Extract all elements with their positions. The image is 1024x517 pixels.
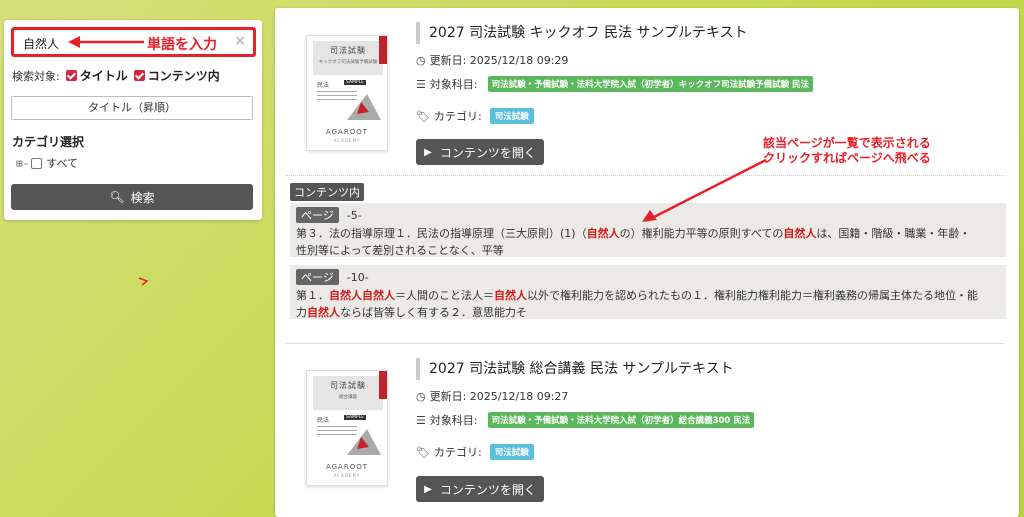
thumb-graphic [347, 429, 381, 455]
category-line: 🏷︎ カテゴリ: 司法試験 [416, 108, 534, 124]
updated-text: 更新日: 2025/12/18 09:29 [429, 54, 569, 67]
list-icon: ☰ [416, 77, 426, 91]
snippet-highlight: 自然人 [307, 306, 340, 319]
results-panel: 司法試験 キックオフ司法試験予備試験 民法 SAMPLE AGAROOT ACA… [275, 8, 1019, 517]
snippet-text: 以外で権利能力を認められたもの１．権利能力権利能力＝権利義務の帰属主体たる地位・… [527, 289, 978, 302]
page-number: -10- [346, 270, 369, 284]
thumb-brand-sub: ACADEMY [333, 138, 361, 143]
subject-label: 対象科目: [429, 414, 478, 427]
tag-icon: 🏷︎ [416, 109, 430, 123]
thumb-brand-sub: ACADEMY [333, 473, 361, 478]
tag-icon: 🏷︎ [416, 445, 430, 459]
updated-text: 更新日: 2025/12/18 09:27 [429, 390, 569, 403]
snippet-text: 性別等によって差別されることなく、平等 [296, 244, 504, 257]
search-button[interactable]: 🔍︎ 検索 [11, 184, 253, 210]
annotation-enter-word: 単語を入力 [147, 37, 217, 53]
thumb-subtitle: キックオフ司法試験予備試験 [318, 60, 378, 65]
annotation-line-1: 該当ページが一覧で表示される [763, 136, 931, 150]
hit-snippet: 第１．自然人自然人＝人間のこと法人＝自然人以外で権利能力を認められたもの１．権利… [296, 287, 1000, 321]
list-icon: ☰ [416, 413, 426, 427]
thumb-sample: SAMPLE [344, 415, 366, 420]
updated-line: ◷ 更新日: 2025/12/18 09:27 [416, 388, 568, 404]
search-input-value: 自然人 [23, 37, 60, 51]
thumb-brand: AGAROOT [325, 463, 369, 471]
annotation-line-2: クリックすればページへ飛べる [763, 151, 931, 165]
page-row: ページ -10- [296, 269, 1000, 285]
snippet-text: の）権利能力平等の原則すべての [619, 227, 784, 240]
thumb-header: 司法試験 総合講義 [313, 376, 383, 410]
subject-line: ☰ 対象科目: 司法試験・予備試験・法科大学院入試（初学者）総合講義300 民法 [416, 412, 755, 428]
thumb-subtitle: 総合講義 [339, 395, 357, 400]
thumb-brand: AGAROOT [325, 128, 369, 136]
thumb-subject: 民法 [317, 82, 330, 89]
subject-tag[interactable]: 司法試験・予備試験・法科大学院入試（初学者）総合講義300 民法 [487, 412, 755, 428]
category-label: カテゴリ: [433, 110, 482, 123]
snippet-highlight: 自然人 [586, 227, 620, 240]
hit-snippet: 第３．法の指導原理１．民法の指導原理（三大原則）(1)（自然人の）権利能力平等の… [296, 225, 1000, 259]
category-title: カテゴリ選択 [12, 135, 85, 149]
snippet-text: 第１． [296, 289, 329, 302]
content-hit[interactable]: ページ -10- 第１．自然人自然人＝人間のこと法人＝自然人以外で権利能力を認め… [290, 265, 1006, 319]
annotation-arrow-right [642, 158, 767, 222]
snippet-text: 第３．法の指導原理１．民法の指導原理（三大原則）(1)（ [296, 227, 587, 240]
annotation-results-note: 該当ページが一覧で表示される クリックすればページへ飛べる [763, 136, 931, 166]
page-badge: ページ [296, 269, 339, 285]
category-tag[interactable]: 司法試験 [489, 444, 534, 460]
category-all-label: すべて [46, 157, 79, 170]
snippet-text: 力 [296, 306, 307, 319]
thumb-header: 司法試験 キックオフ司法試験予備試験 [313, 41, 383, 75]
open-contents-button[interactable]: ▶ コンテンツを開く [416, 476, 544, 502]
thumb-title: 司法試験 [330, 381, 366, 390]
book-thumbnail[interactable]: 司法試験 キックオフ司法試験予備試験 民法 SAMPLE AGAROOT ACA… [306, 35, 388, 151]
item-title[interactable]: 2027 司法試験 総合講義 民法 サンプルテキスト [416, 358, 734, 380]
page-number: -5- [346, 208, 362, 222]
category-all-checkbox[interactable] [31, 157, 43, 169]
open-contents-button[interactable]: ▶ コンテンツを開く [416, 139, 544, 165]
annotation-arrow-left [68, 36, 144, 48]
book-thumbnail[interactable]: 司法試験 総合講義 民法 SAMPLE AGAROOT ACADEMY [306, 370, 388, 486]
snippet-text: ＝人間のこと法人＝ [395, 289, 494, 302]
subject-label: 対象科目: [429, 78, 478, 91]
page-badge: ページ [296, 207, 339, 223]
thumb-graphic [347, 94, 381, 120]
sort-select[interactable]: タイトル（昇順） [11, 96, 253, 120]
thumb-red-band [379, 36, 387, 64]
category-all-row: ⊞- すべて [16, 155, 78, 171]
search-target-label: 検索対象: [12, 69, 60, 83]
subject-line: ☰ 対象科目: 司法試験・予備試験・法科大学院入試（初学者）キックオフ司法試験予… [416, 76, 814, 92]
item-divider [286, 343, 1004, 344]
item-title[interactable]: 2027 司法試験 キックオフ 民法 サンプルテキスト [416, 22, 748, 44]
subject-tag[interactable]: 司法試験・予備試験・法科大学院入試（初学者）キックオフ司法試験予備試験 民法 [487, 76, 814, 92]
snippet-text: ならば皆等しく有する２．意思能力そ [340, 306, 527, 319]
search-target-row: 検索対象: タイトル コンテンツ内 [12, 67, 220, 84]
search-button-label: 検索 [130, 190, 155, 205]
category-line: 🏷︎ カテゴリ: 司法試験 [416, 444, 534, 460]
stray-mark [138, 277, 149, 286]
open-contents-label: コンテンツを開く [439, 482, 536, 497]
open-contents-label: コンテンツを開く [439, 145, 536, 160]
title-checkbox-label[interactable]: タイトル [80, 67, 128, 84]
contents-checkbox-label[interactable]: コンテンツ内 [148, 67, 220, 84]
play-icon: ▶ [424, 483, 432, 495]
title-checkbox[interactable] [65, 70, 77, 81]
category-tag[interactable]: 司法試験 [489, 108, 534, 124]
snippet-highlight: 自然人 [783, 227, 817, 240]
snippet-highlight: 自然人自然人 [329, 289, 395, 302]
tree-expand-icon[interactable]: ⊞- [16, 157, 29, 170]
contents-checkbox[interactable] [133, 70, 145, 81]
thumb-red-band [379, 371, 387, 399]
thumb-subject: 民法 [317, 417, 330, 424]
thumb-sample: SAMPLE [344, 80, 366, 85]
thumb-title: 司法試験 [330, 46, 366, 55]
search-icon: 🔍︎ [109, 190, 125, 204]
category-label: カテゴリ: [433, 446, 482, 459]
updated-line: ◷ 更新日: 2025/12/18 09:29 [416, 52, 568, 68]
clock-icon: ◷ [416, 389, 426, 403]
play-icon: ▶ [424, 146, 432, 158]
clear-icon[interactable]: × [234, 33, 246, 49]
snippet-highlight: 自然人 [494, 289, 527, 302]
clock-icon: ◷ [416, 53, 426, 67]
snippet-text: は、国籍・階級・職業・年齢・ [816, 227, 971, 240]
contents-section-label: コンテンツ内 [290, 183, 364, 201]
